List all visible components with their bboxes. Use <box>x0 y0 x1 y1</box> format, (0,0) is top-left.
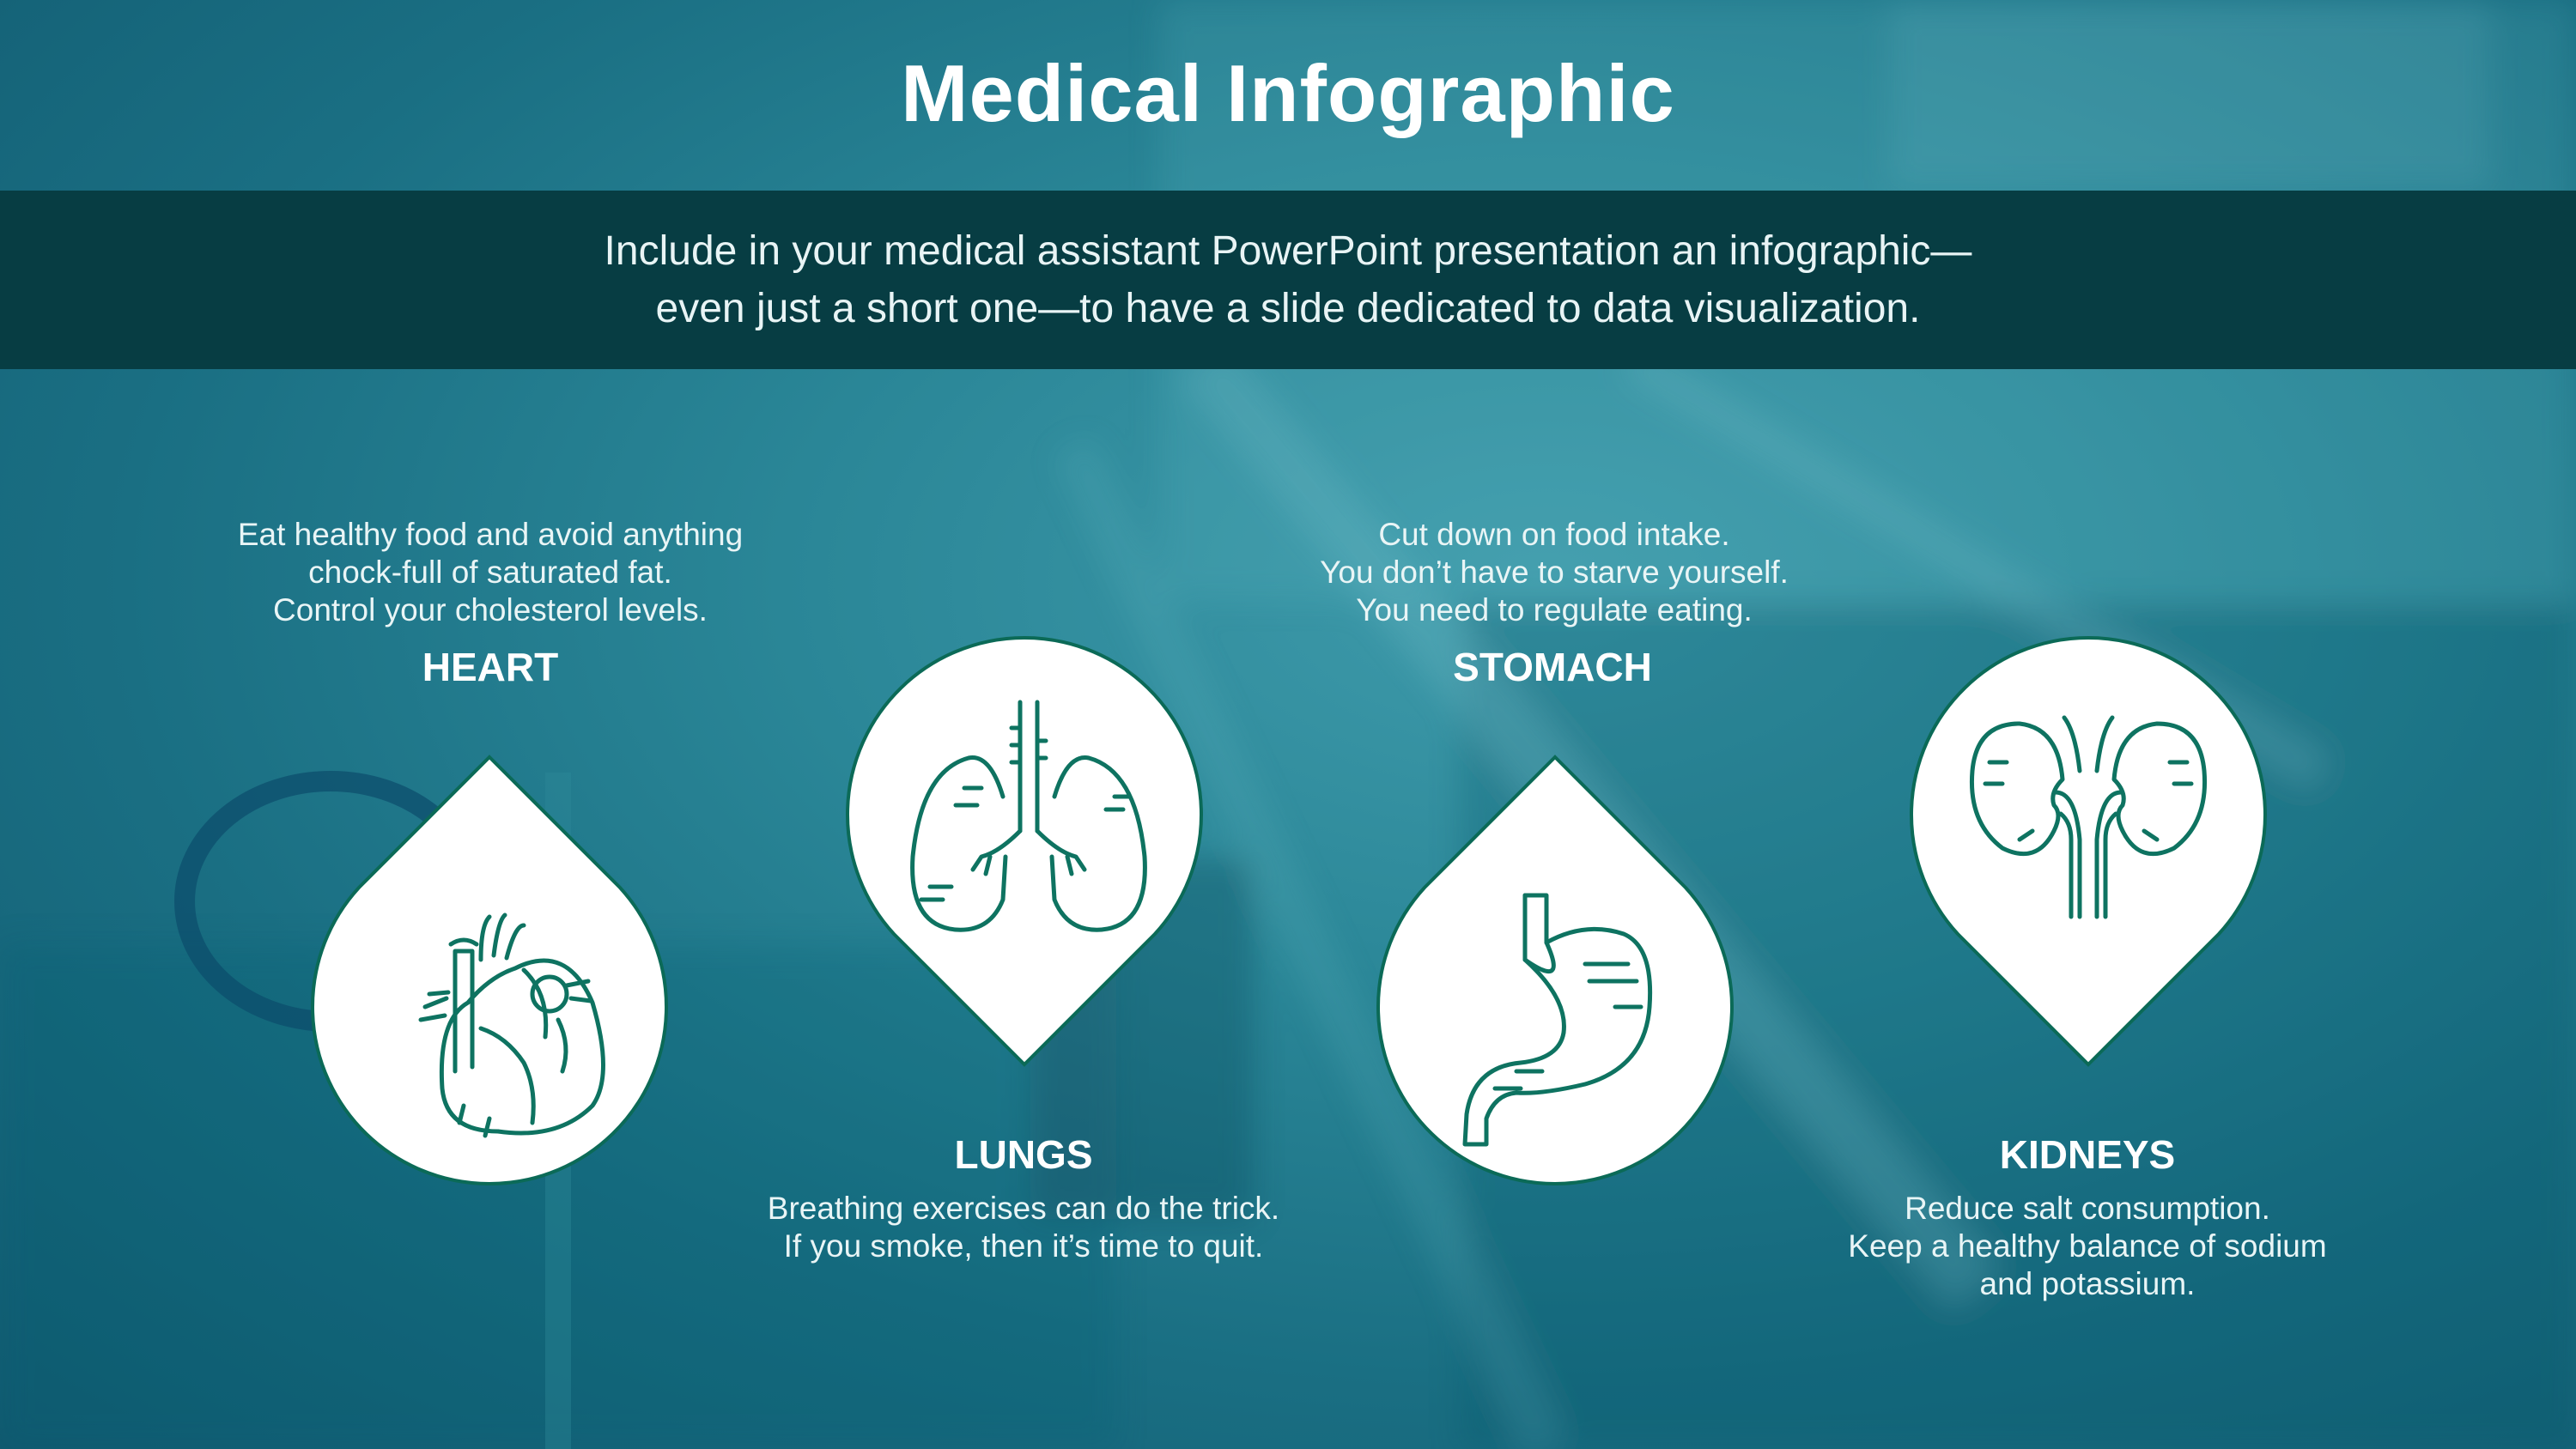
heart-desc-line: chock-full of saturated fat. <box>308 555 672 590</box>
stomach-label: STOMACH <box>1453 645 1652 689</box>
stomach-description: Cut down on food intake. You don’t have … <box>1228 516 1880 629</box>
kidneys-desc-line: and potassium. <box>1979 1266 2196 1301</box>
kidneys-drop <box>1910 635 2267 1067</box>
stomach-desc-line: You need to regulate eating. <box>1356 592 1753 627</box>
kidneys-label: KIDNEYS <box>1999 1132 2176 1177</box>
heart-description: Eat healthy food and avoid anything choc… <box>164 516 817 629</box>
stomach-drop <box>1376 755 1734 1186</box>
slide: Medical Infographic Include in your medi… <box>0 0 2576 1449</box>
kidneys-desc-line: Keep a healthy balance of sodium <box>1848 1228 2327 1264</box>
heart-label: HEART <box>422 645 559 689</box>
intro-text: Include in your medical assistant PowerP… <box>605 222 1972 337</box>
kidneys-desc-line: Reduce salt consumption. <box>1905 1191 2270 1226</box>
lungs-desc-line: If you smoke, then it’s time to quit. <box>783 1228 1264 1264</box>
lungs-label: LUNGS <box>954 1132 1093 1177</box>
intro-line-2: even just a short one—to have a slide de… <box>655 286 1921 331</box>
lungs-drop <box>846 635 1203 1067</box>
kidneys-description: Reduce salt consumption. Keep a healthy … <box>1761 1190 2414 1303</box>
intro-band: Include in your medical assistant PowerP… <box>0 191 2576 369</box>
lungs-description: Breathing exercises can do the trick. If… <box>697 1190 1350 1265</box>
page-title: Medical Infographic <box>901 48 1675 138</box>
heart-desc-line: Control your cholesterol levels. <box>273 592 708 627</box>
lungs-desc-line: Breathing exercises can do the trick. <box>767 1191 1280 1226</box>
heart-desc-line: Eat healthy food and avoid anything <box>237 517 744 552</box>
stomach-desc-line: Cut down on food intake. <box>1378 517 1730 552</box>
intro-line-1: Include in your medical assistant PowerP… <box>604 228 1972 274</box>
stomach-desc-line: You don’t have to starve yourself. <box>1320 555 1789 590</box>
heart-drop <box>311 755 668 1186</box>
